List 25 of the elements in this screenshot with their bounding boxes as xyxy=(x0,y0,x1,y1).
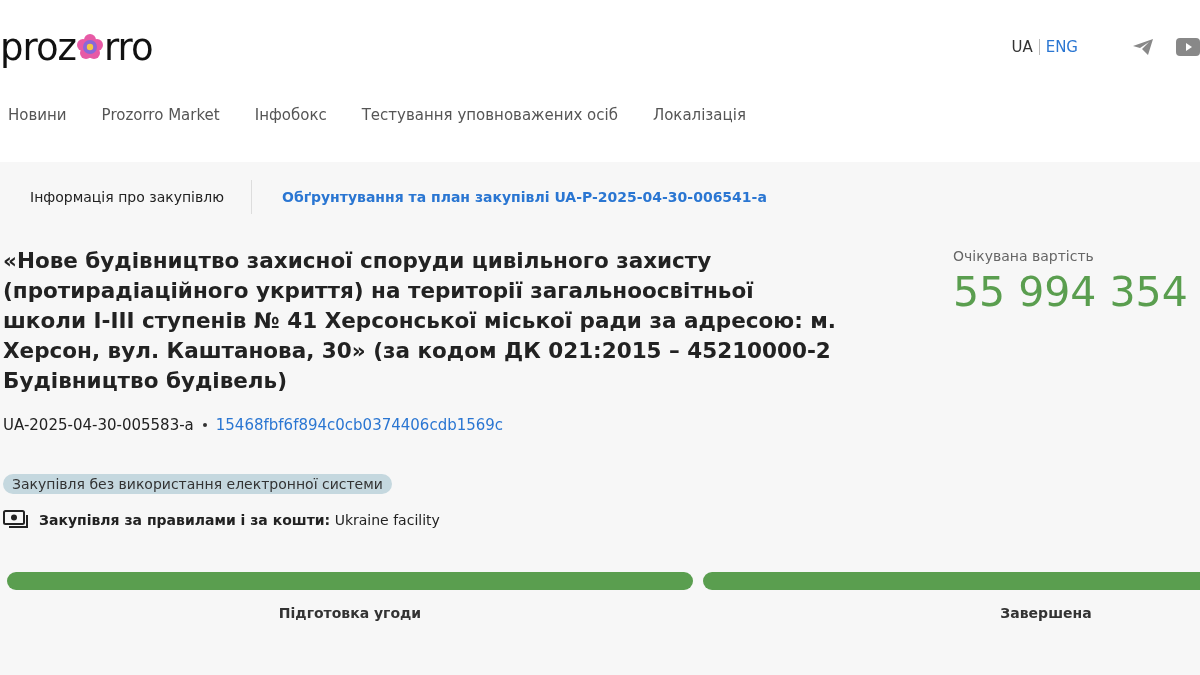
logo-text: proz xyxy=(0,25,76,69)
nav-link[interactable]: Тестування уповноважених осіб xyxy=(361,106,618,124)
tab[interactable]: Обґрунтування та план закупівлі UA-P-2025-04-30-006541-a xyxy=(252,181,794,213)
funding-text: Закупівля за правилами і за кошти: Ukraine facility xyxy=(39,512,440,528)
procurement-tag: Закупівля без використання електронної системи xyxy=(3,474,392,494)
logo-text: rro xyxy=(103,25,153,69)
nav-link[interactable]: Новини xyxy=(8,106,67,124)
hash-link[interactable]: 15468fbf6f894c0cb0374406cdb1569c xyxy=(215,416,504,434)
expected-value: 55 994 354 xyxy=(953,268,1188,316)
tab[interactable]: Інформація про закупівлю xyxy=(0,181,251,213)
language-link[interactable]: ENG xyxy=(1039,38,1084,56)
nav-link[interactable]: Prozorro Market xyxy=(101,106,220,124)
paper-plane-icon[interactable] xyxy=(1132,38,1154,56)
money-icon xyxy=(3,510,29,530)
tender-id: UA-2025-04-30-005583-a xyxy=(3,416,194,434)
stage-label: Підготовка угоди xyxy=(278,605,422,621)
value-label: Очікувана вартість xyxy=(953,248,1095,264)
youtube-icon[interactable] xyxy=(1176,38,1200,56)
stage-label: Завершена xyxy=(1000,605,1092,621)
flower-icon xyxy=(76,34,103,60)
language-link[interactable]: UA xyxy=(1005,38,1039,56)
separator-dot xyxy=(202,423,207,427)
tender-title: «Нове будівництво захисної споруди цивільного захисту (протирадіаційного укриття) на території загальноосвітньої школи I-III ступенів № 41 Херсонської міської ради за адресою: м. Херсон, вул. Каштанова, 30» (за кодом ДК 021:2015 – 45210000-2 Будівництво будівель) xyxy=(3,247,837,395)
nav-link[interactable]: Локалізація xyxy=(652,106,746,124)
nav-link[interactable]: Інфобокс xyxy=(254,106,327,124)
